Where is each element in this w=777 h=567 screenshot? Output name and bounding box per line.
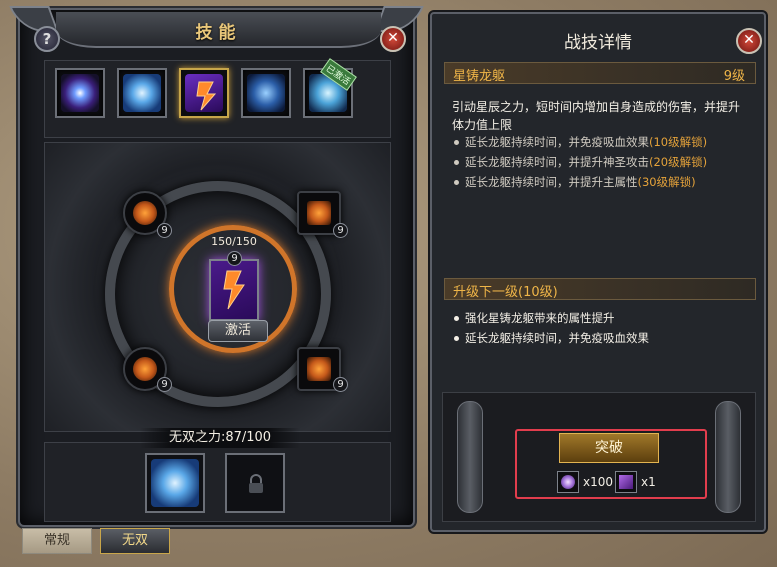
skill-slot-2[interactable] (117, 68, 167, 118)
close-skills-button[interactable]: ✕ (380, 26, 406, 52)
crystal-icon (557, 471, 579, 493)
breakthrough-button[interactable]: 突破 (559, 433, 659, 463)
skill-wheel: 150/150 9 激活 9 9 9 9 (44, 142, 391, 432)
unlock-bullet: 延长龙躯持续时间，并提升神圣攻击(20级解锁) (454, 154, 707, 170)
unlock-bullet: 延长龙躯持续时间，并免疫吸血效果(10级解锁) (454, 134, 707, 150)
skills-panel: 技能 ? ✕ 已激活 150/150 9 激活 9 9 9 9 无双之力:87/… (9, 6, 424, 527)
skill-slot-4[interactable] (241, 68, 291, 118)
skills-header: 技能 (56, 12, 381, 48)
next-level-bar: 升级下一级(10级) (444, 278, 756, 300)
skill-slot-5[interactable]: 已激活 (303, 58, 357, 118)
dragon-armor-skill-icon (223, 270, 245, 310)
skill-bar: 已激活 (44, 58, 391, 138)
core-skill[interactable] (209, 259, 259, 321)
close-detail-button[interactable]: ✕ (736, 28, 762, 54)
next-level-bullet: 强化星铸龙躯带来的属性提升 (454, 310, 615, 326)
skill-detail-panel: 战技详情 ✕ 星铸龙躯 9级 引动星辰之力，短时间内增加自身造成的伤害，并提升体… (430, 12, 766, 532)
locked-skill-slot[interactable] (225, 453, 285, 513)
lock-icon (249, 474, 263, 493)
skills-title: 技能 (195, 23, 242, 43)
next-level-bullet: 延长龙躯持续时间，并免疫吸血效果 (454, 330, 649, 346)
skill-name: 星铸龙躯 (453, 69, 506, 84)
tab-special[interactable]: 无双 (100, 528, 170, 554)
scroll-roll-left (457, 401, 483, 513)
sub-node-level: 9 (333, 223, 348, 238)
skill-name-bar: 星铸龙躯 9级 (444, 62, 756, 84)
skill-description: 引动星辰之力，短时间内增加自身造成的伤害，并提升体力值上限 (452, 100, 741, 132)
flame-rune-icon (307, 201, 331, 225)
core-count: 150/150 (211, 235, 257, 248)
book-icon (615, 471, 637, 493)
next-level-title: 升级下一级(10级) (453, 285, 558, 300)
vortex-skill-icon (61, 74, 99, 112)
skill-slot-3[interactable] (179, 68, 229, 118)
figure-skill-icon (247, 74, 285, 112)
diamond-rune-icon (307, 357, 331, 381)
help-button[interactable]: ? (34, 26, 60, 52)
tab-normal[interactable]: 常规 (22, 528, 92, 554)
core-level: 9 (227, 251, 242, 266)
shield-skill-icon (123, 74, 161, 112)
detail-title: 战技详情 (564, 33, 632, 53)
sub-node-level: 9 (157, 377, 172, 392)
sub-node-level: 9 (333, 377, 348, 392)
sun-rune-icon (133, 357, 157, 381)
power-label: 无双之力:87/100 (140, 428, 300, 448)
sun-rune-icon (133, 201, 157, 225)
special-skill-bar (44, 442, 391, 522)
book-cost: x1 (641, 475, 656, 489)
skill-slot-1[interactable] (55, 68, 105, 118)
unlock-bullet: 延长龙躯持续时间，并提升主属性(30级解锁) (454, 174, 696, 190)
skill-level: 9级 (723, 69, 745, 84)
shield-skill-icon (151, 459, 199, 507)
activate-button[interactable]: 激活 (208, 320, 268, 342)
scroll-roll-right (715, 401, 741, 513)
crystal-cost: x100 (583, 475, 614, 489)
dragon-armor-skill-icon (185, 74, 223, 112)
special-skill-slot[interactable] (145, 453, 205, 513)
breakthrough-scroll: 突破 x100 x1 (442, 392, 756, 522)
sub-node-level: 9 (157, 223, 172, 238)
